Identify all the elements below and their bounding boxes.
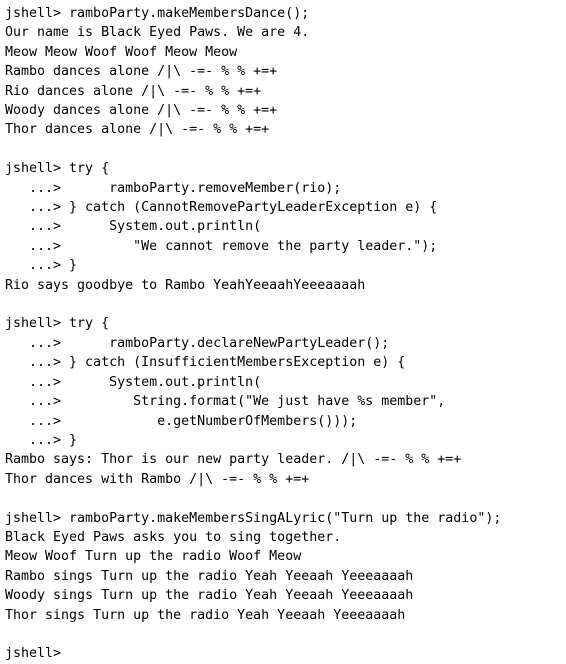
- terminal-line: Woody sings Turn up the radio Yeah Yeeaa…: [5, 588, 414, 604]
- terminal-line: Thor dances alone /|\ -=- % % +=+: [5, 122, 270, 138]
- terminal-line: Rio says goodbye to Rambo YeahYeeaahYeee…: [5, 277, 366, 293]
- terminal-line: Thor sings Turn up the radio Yeah Yeeaah…: [5, 607, 406, 623]
- terminal-line: Our name is Black Eyed Paws. We are 4.: [5, 25, 310, 41]
- terminal-line: ...> e.getNumberOfMembers()));: [5, 413, 358, 429]
- terminal-line: Meow Woof Turn up the radio Woof Meow: [5, 549, 302, 565]
- terminal-line: ...> } catch (InsufficientMembersExcepti…: [5, 355, 406, 371]
- terminal-line: ...> ramboParty.declareNewPartyLeader();: [5, 335, 390, 351]
- terminal-line: Rambo dances alone /|\ -=- % % +=+: [5, 64, 278, 80]
- terminal-line: ...> } catch (CannotRemovePartyLeaderExc…: [5, 200, 438, 216]
- terminal-line: ...> "We cannot remove the party leader.…: [5, 238, 438, 254]
- terminal-line: Woody dances alone /|\ -=- % % +=+: [5, 103, 278, 119]
- terminal-line: ...> }: [5, 432, 78, 448]
- terminal-line: Thor dances with Rambo /|\ -=- % % +=+: [5, 471, 310, 487]
- terminal-line: Rambo sings Turn up the radio Yeah Yeeaa…: [5, 568, 414, 584]
- terminal-line: Meow Meow Woof Woof Meow Meow: [5, 44, 238, 60]
- terminal-line: jshell>: [5, 646, 62, 662]
- terminal-line: Rio dances alone /|\ -=- % % +=+: [5, 83, 262, 99]
- terminal-line: jshell> try {: [5, 161, 110, 177]
- terminal-line: ...> String.format("We just have %s memb…: [5, 394, 446, 410]
- terminal-output[interactable]: jshell> ramboParty.makeMembersDance(); Ou…: [0, 0, 566, 661]
- terminal-line: jshell> ramboParty.makeMembersDance();: [5, 6, 310, 21]
- terminal-line: ...> ramboParty.removeMember(rio);: [5, 180, 342, 196]
- terminal-line: ...> }: [5, 258, 78, 274]
- terminal-line: Black Eyed Paws asks you to sing togethe…: [5, 529, 342, 545]
- terminal-line: ...> System.out.println(: [5, 374, 262, 390]
- terminal-line: Rambo says: Thor is our new party leader…: [5, 452, 462, 468]
- terminal-line: ...> System.out.println(: [5, 219, 262, 235]
- terminal-line: jshell> ramboParty.makeMembersSingALyric…: [5, 510, 502, 526]
- terminal-line: jshell> try {: [5, 316, 110, 332]
